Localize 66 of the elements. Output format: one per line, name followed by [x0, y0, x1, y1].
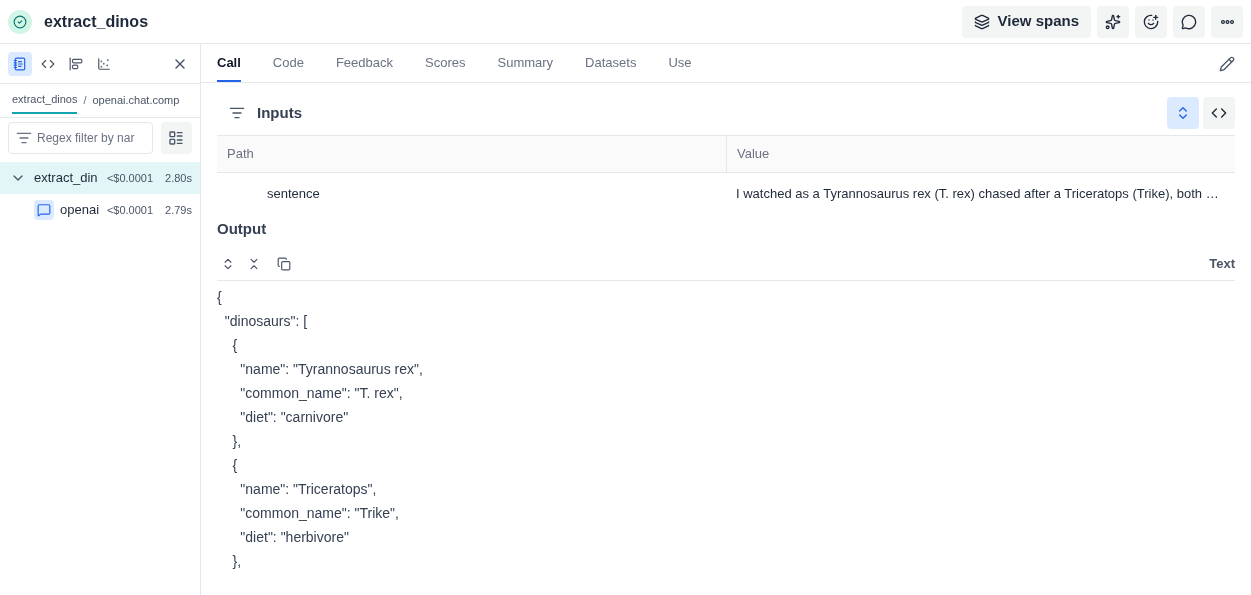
timeline-icon: [69, 56, 83, 71]
more-icon: [1220, 19, 1234, 24]
tab[interactable]: Call: [217, 52, 241, 82]
copy-icon[interactable]: [277, 257, 291, 271]
breadcrumb-link[interactable]: openai.chat.comp: [92, 88, 180, 113]
layers-icon: [973, 13, 990, 30]
code-line: {: [231, 455, 238, 475]
table-cell-text: I watched as a Tyrannosaurus rex (T. rex) chased after a Triceratops (Trike), both …: [735, 184, 1220, 203]
code-line: {: [217, 287, 222, 307]
format-label: Text: [1209, 255, 1235, 274]
tab[interactable]: Scores: [425, 52, 466, 82]
filter-field[interactable]: Regex filter by nar: [8, 122, 153, 154]
code-line: "name": "Tyrannosaurus rex",: [239, 359, 423, 379]
duration-text: 2.80s: [165, 170, 192, 186]
smiley-plus-icon: [1143, 13, 1159, 30]
tree-item-name: openai: [60, 201, 100, 220]
edit-button[interactable]: [1219, 56, 1235, 72]
tab[interactable]: Feedback: [335, 52, 393, 82]
layout-button[interactable]: [160, 122, 192, 154]
sparkle-icon: [1105, 13, 1121, 30]
tab[interactable]: Code: [272, 52, 304, 82]
status-icon: [8, 9, 32, 34]
code-line: {: [231, 335, 238, 355]
code-line: "diet": "herbivore": [239, 527, 349, 547]
code-icon: [1211, 105, 1227, 121]
column-header: Value: [726, 136, 1235, 173]
table-cell-text: sentence: [266, 184, 321, 203]
code-view-button[interactable]: [1203, 97, 1235, 129]
column-header: Path: [217, 136, 726, 173]
code-line: "common_name": "Trike",: [239, 503, 399, 523]
code-line: "name": "Triceratops",: [239, 479, 377, 499]
more-button[interactable]: [1211, 5, 1243, 38]
code-line: "common_name": "T. rex",: [239, 383, 403, 403]
code-line: },: [231, 551, 242, 571]
view-spans-button[interactable]: View spans: [961, 5, 1091, 38]
notebook-view-button[interactable]: [8, 51, 32, 76]
cost-text: <$0.0001: [106, 170, 154, 186]
tree-item-name: extract_din: [34, 169, 98, 188]
code-line: },: [231, 431, 242, 451]
chat-icon: [34, 200, 54, 220]
scatter-icon: [97, 56, 111, 71]
breadcrumb-separator: /: [83, 93, 87, 109]
breadcrumb-link[interactable]: extract_dinos: [12, 87, 78, 114]
section-title: Output: [217, 219, 268, 239]
tree-row[interactable]: extract_din <$0.0001 2.80s: [0, 162, 200, 194]
speech-bubble-button[interactable]: [1173, 5, 1205, 38]
smiley-plus-button[interactable]: [1135, 5, 1167, 38]
notebook-icon: [13, 56, 27, 71]
collapse-icon[interactable]: [247, 257, 261, 271]
section-title: Inputs: [257, 102, 302, 123]
pencil-icon: [1219, 56, 1235, 72]
page-title: extract_dinos: [44, 11, 149, 32]
tab[interactable]: Summary: [497, 52, 554, 82]
tab[interactable]: Use: [668, 52, 692, 82]
cost-text: <$0.0001: [106, 202, 154, 218]
filter-icon: [229, 105, 245, 121]
speech-bubble-icon: [1181, 13, 1197, 30]
code-line: "diet": "carnivore": [239, 407, 349, 427]
expand-button[interactable]: [1167, 97, 1199, 129]
tree-row[interactable]: openai <$0.0001 2.79s: [0, 194, 200, 226]
list-layout-icon: [168, 130, 185, 146]
duration-text: 2.79s: [165, 202, 192, 218]
sparkle-button[interactable]: [1097, 5, 1129, 38]
tab[interactable]: Datasets: [585, 52, 637, 82]
filter-icon: [16, 130, 32, 146]
code-line: "dinosaurs": [: [223, 311, 308, 331]
